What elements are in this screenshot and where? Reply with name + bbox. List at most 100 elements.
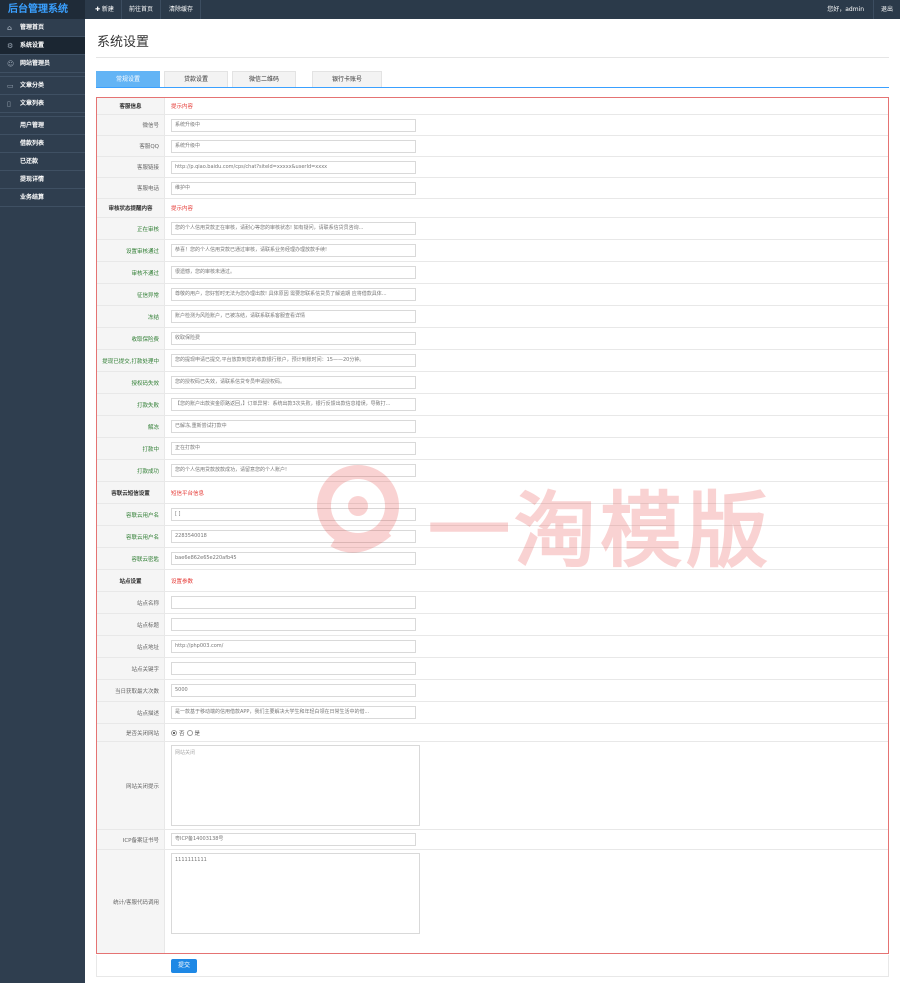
- credit-abnormal-input[interactable]: 尊敬的用户，您好暂时无法为您办理出款! 具体原因 需要您联系信贷员了解逾期 应将…: [171, 288, 416, 301]
- field-label: 冻结: [97, 306, 165, 327]
- field-label: 站点关键字: [97, 658, 165, 679]
- radio-label: 是: [194, 731, 201, 737]
- approved-input[interactable]: 恭喜！您的个人信用贷款已通过审核，请联系业务经理办理放款手续!: [171, 244, 416, 257]
- sidebar-item-settlement[interactable]: 业务结算: [0, 189, 85, 207]
- sms-account-input[interactable]: 2283540018: [171, 530, 416, 543]
- top-bar: 后台管理系统 ✚ 新建 前往首页 清除缓存 您好，admin 退出: [0, 0, 900, 19]
- sidebar-item-label: 已还款: [20, 158, 39, 165]
- user-greeting: 您好，admin: [827, 6, 865, 13]
- tab-bank-account[interactable]: 银行卡账号: [312, 71, 382, 87]
- reviewing-input[interactable]: 您的个人信用贷款正在审核，请耐心等您的审核状态! 如有疑问，请联系信贷员咨询..…: [171, 222, 416, 235]
- service-link-input[interactable]: http://p.qiao.baidu.com/cps/chat?siteId=…: [171, 161, 416, 174]
- site-close-no-radio[interactable]: [171, 730, 177, 736]
- insurance-input[interactable]: 收取保险费: [171, 332, 416, 345]
- section-sms-settings: 容联云短信设置 短信平台信息: [97, 482, 888, 504]
- unfreeze-input[interactable]: 已解冻,重新尝试打款中: [171, 420, 416, 433]
- site-url-input[interactable]: http://php003.com/: [171, 640, 416, 653]
- daily-max-input[interactable]: 5000: [171, 684, 416, 697]
- sidebar-item-label: 借款列表: [20, 140, 45, 147]
- row-site-title: 站点标题: [97, 614, 888, 636]
- site-desc-input[interactable]: 是一款基于移动端的信用借款APP，我们主要解决大学生和年轻白领在日常生活中的借.…: [171, 706, 416, 719]
- radio-label: 否: [179, 731, 185, 737]
- sidebar-item-article-categories[interactable]: ▭ 文章分类: [0, 77, 85, 95]
- field-label: 站点标题: [97, 614, 165, 635]
- row-paying: 打款中 正在打款中: [97, 438, 888, 460]
- field-label: 当日获取最大次数: [97, 680, 165, 701]
- row-wechat: 微信号 系统升级中: [97, 115, 888, 136]
- paying-input[interactable]: 正在打款中: [171, 442, 416, 455]
- close-tip-textarea[interactable]: 网站关闭: [171, 745, 420, 826]
- logout-button[interactable]: 退出: [872, 0, 900, 19]
- qq-input[interactable]: 系统升级中: [171, 140, 416, 153]
- tab-loan-settings[interactable]: 贷款设置: [164, 71, 228, 87]
- sms-key-input[interactable]: bae6e862e65e220afb45: [171, 552, 416, 565]
- section-site-settings: 站点设置 设置参数: [97, 570, 888, 592]
- field-label: 审核不通过: [97, 262, 165, 283]
- field-label: 站点名称: [97, 592, 165, 613]
- sidebar-item-withdrawals[interactable]: 提现详情: [0, 171, 85, 189]
- row-approved: 设置审核通过 恭喜！您的个人信用贷款已通过审核，请联系业务经理办理放款手续!: [97, 240, 888, 262]
- field-label: 客服链接: [97, 157, 165, 177]
- service-phone-input[interactable]: 维护中: [171, 182, 416, 195]
- field-label: 打款失败: [97, 394, 165, 415]
- clear-cache-button[interactable]: 清除缓存: [162, 0, 202, 19]
- row-service-link: 客服链接 http://p.qiao.baidu.com/cps/chat?si…: [97, 157, 888, 178]
- field-label: 客服QQ: [97, 136, 165, 156]
- section-note: 设置参数: [171, 578, 194, 585]
- go-home-button[interactable]: 前往首页: [122, 0, 162, 19]
- row-sms-key: 容联云密匙 bae6e862e65e220afb45: [97, 548, 888, 570]
- section-label: 站点设置: [97, 570, 165, 591]
- pay-success-input[interactable]: 您的个人信用贷款放款成功，请留意您的个人账户!: [171, 464, 416, 477]
- divider: [96, 57, 889, 58]
- section-customer-service: 客服信息 提示内容: [97, 98, 888, 115]
- submit-bar: 提交: [96, 955, 889, 977]
- sidebar-item-label: 文章列表: [20, 100, 45, 107]
- sidebar-item-dashboard[interactable]: ⌂ 管理首页: [0, 19, 85, 37]
- tab-wechat-qrcode[interactable]: 微信二维码: [232, 71, 296, 87]
- new-button[interactable]: ✚ 新建: [88, 0, 122, 19]
- row-sms-user-1: 容联云用户名 [ ]: [97, 504, 888, 526]
- row-frozen: 冻结 账户检测为风险账户，已被冻结，请联系联系客服查看详情: [97, 306, 888, 328]
- sidebar-item-label: 用户管理: [20, 122, 45, 129]
- withdraw-processing-input[interactable]: 您的提现申请已提交,平台放款到您的收款银行账户，预计到账时间：15——20分钟。: [171, 354, 416, 367]
- row-unfreeze: 解冻 已解冻,重新尝试打款中: [97, 416, 888, 438]
- sidebar-item-repaid[interactable]: 已还款: [0, 153, 85, 171]
- app-logo[interactable]: 后台管理系统: [0, 0, 85, 19]
- submit-button[interactable]: 提交: [171, 959, 197, 973]
- sidebar-item-label: 系统设置: [20, 42, 45, 49]
- gear-icon: ⚙: [7, 42, 14, 50]
- stats-code-textarea[interactable]: 1111111111: [171, 853, 420, 934]
- row-site-keywords: 站点关键字: [97, 658, 888, 680]
- settings-form: 客服信息 提示内容 微信号 系统升级中 客服QQ 系统升级中 客服链接 http…: [96, 97, 889, 954]
- site-keywords-input[interactable]: [171, 662, 416, 675]
- field-label: 打款中: [97, 438, 165, 459]
- row-auth-failed: 授权码失效 您的授权码已失效，请联系信贷专员申请授权码。: [97, 372, 888, 394]
- sidebar-item-label: 管理首页: [20, 24, 45, 31]
- sidebar-item-admins[interactable]: ☺ 网站管理员: [0, 55, 85, 73]
- row-rejected: 审核不通过 很遗憾，您的审核未通过。: [97, 262, 888, 284]
- site-name-input[interactable]: [171, 596, 416, 609]
- sidebar-item-system-settings[interactable]: ⚙ 系统设置: [0, 37, 85, 55]
- rejected-input[interactable]: 很遗憾，您的审核未通过。: [171, 266, 416, 279]
- auth-failed-input[interactable]: 您的授权码已失效，请联系信贷专员申请授权码。: [171, 376, 416, 389]
- sidebar-item-article-list[interactable]: ▯ 文章列表: [0, 95, 85, 113]
- row-sms-user-2: 容联云用户名 2283540018: [97, 526, 888, 548]
- field-label: 收取保险费: [97, 328, 165, 349]
- section-note: 短信平台信息: [171, 490, 205, 497]
- frozen-input[interactable]: 账户检测为风险账户，已被冻结，请联系联系客服查看详情: [171, 310, 416, 323]
- site-title-input[interactable]: [171, 618, 416, 631]
- sms-username-input[interactable]: [ ]: [171, 508, 416, 521]
- sidebar-item-users[interactable]: 用户管理: [0, 117, 85, 135]
- icp-input[interactable]: 粤ICP备14003138号: [171, 833, 416, 846]
- row-pay-success: 打款成功 您的个人信用贷款放款成功，请留意您的个人账户!: [97, 460, 888, 482]
- sidebar-item-loans[interactable]: 借款列表: [0, 135, 85, 153]
- tab-general-settings[interactable]: 常规设置: [96, 71, 160, 87]
- site-close-yes-radio[interactable]: [186, 730, 193, 736]
- wechat-input[interactable]: 系统升级中: [171, 119, 416, 132]
- page-title: 系统设置: [97, 35, 150, 50]
- row-credit-abnormal: 征信异常 尊敬的用户，您好暂时无法为您办理出款! 具体原因 需要您联系信贷员了解…: [97, 284, 888, 306]
- main-content: 系统设置 常规设置 贷款设置 微信二维码 银行卡账号 客服信息 提示内容 微信号…: [85, 19, 900, 983]
- pay-failed-input[interactable]: 【您的账户出款资金原路返回，】订单异常：系统出款3次失败，银行反馈出款信息错误，…: [171, 398, 416, 411]
- folder-icon: ▭: [7, 82, 14, 90]
- row-service-phone: 客服电话 维护中: [97, 178, 888, 199]
